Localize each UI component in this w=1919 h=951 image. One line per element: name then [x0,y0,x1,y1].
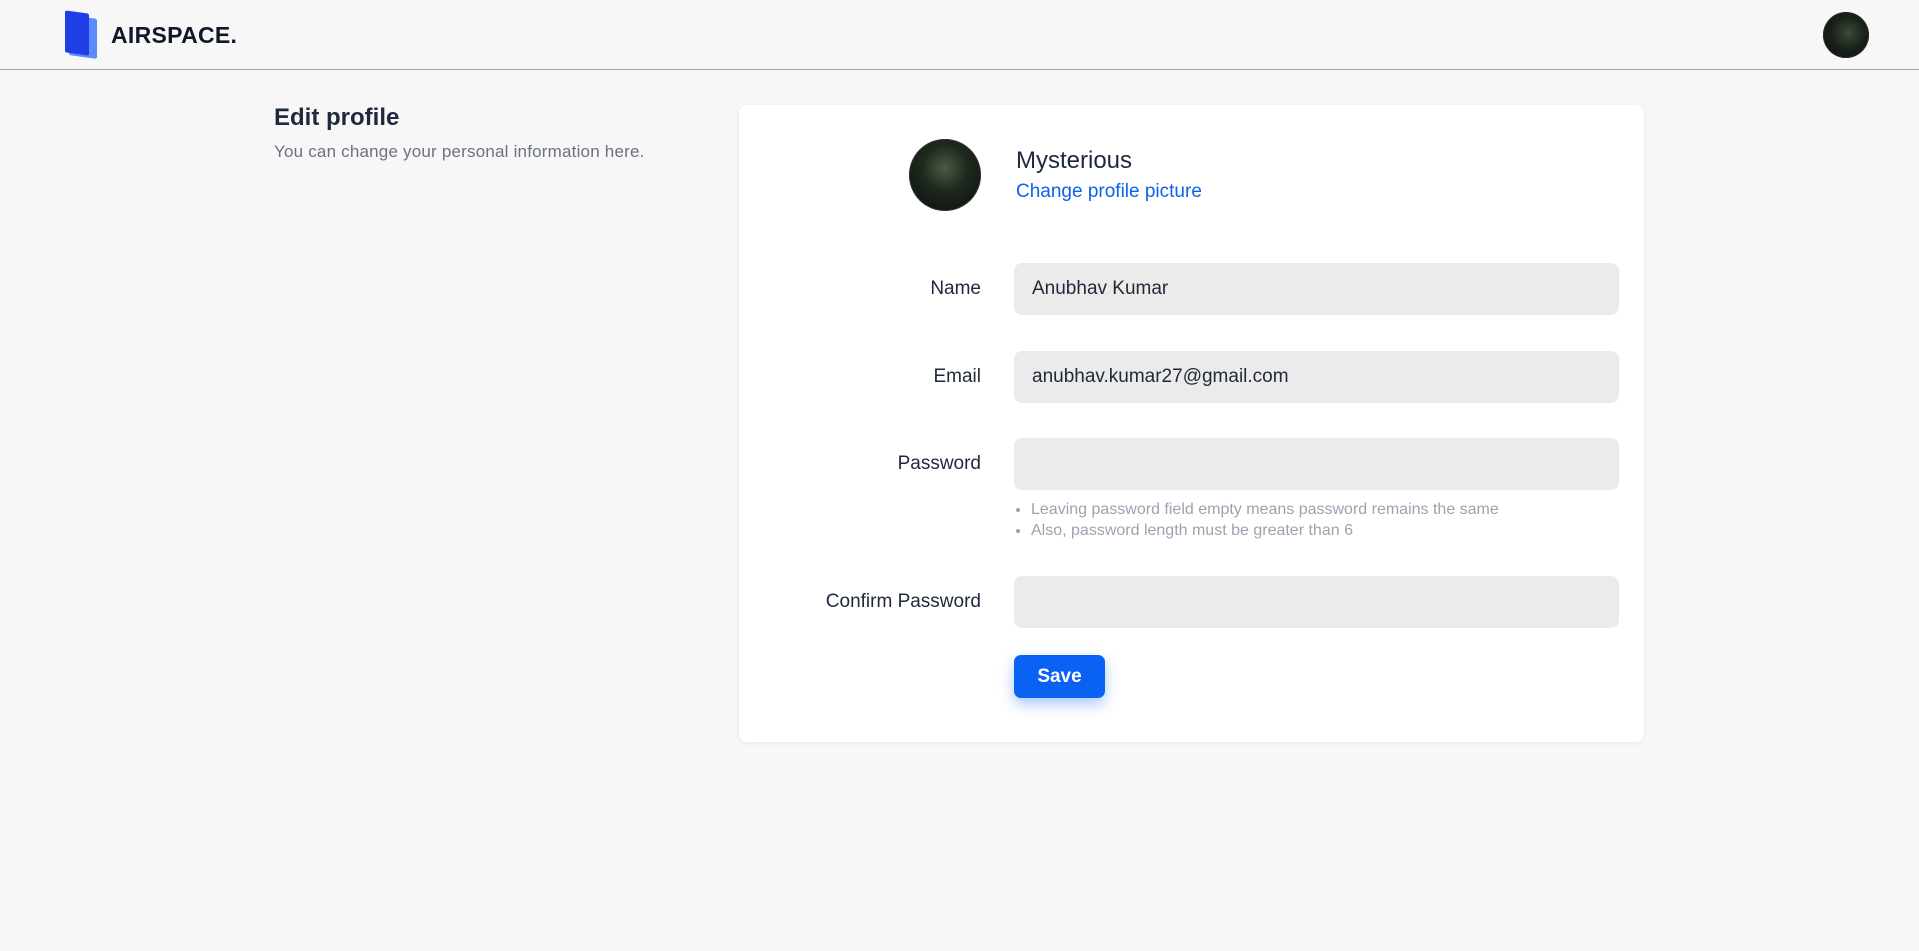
password-hint: Also, password length must be greater th… [1031,520,1499,541]
brand-name: AIRSPACE. [111,21,238,48]
password-input[interactable] [1014,438,1619,490]
email-input[interactable] [1014,351,1619,403]
password-hints: Leaving password field empty means passw… [1031,499,1499,541]
confirm-password-label: Confirm Password [825,591,981,612]
airspace-logo-icon [65,10,99,59]
name-input[interactable] [1014,263,1619,315]
page-subtitle: You can change your personal information… [274,142,645,161]
change-profile-picture-link[interactable]: Change profile picture [1016,181,1202,202]
password-hint: Leaving password field empty means passw… [1031,499,1499,520]
profile-header: Mysterious Change profile picture [909,139,1202,211]
page-title: Edit profile [274,104,400,131]
profile-avatar [909,139,981,211]
name-label: Name [930,278,981,299]
save-button[interactable]: Save [1014,655,1105,698]
top-navbar: AIRSPACE. [0,0,1919,70]
profile-card: Mysterious Change profile picture Name E… [739,105,1644,742]
email-label: Email [933,366,981,387]
password-label: Password [897,453,981,474]
profile-display-name: Mysterious [1016,147,1133,174]
brand[interactable]: AIRSPACE. [65,10,238,59]
profile-meta: Mysterious Change profile picture [1016,147,1202,203]
user-avatar-button[interactable] [1823,12,1869,58]
intro-section: Edit profile You can change your persona… [274,104,714,162]
confirm-password-input[interactable] [1014,576,1619,628]
